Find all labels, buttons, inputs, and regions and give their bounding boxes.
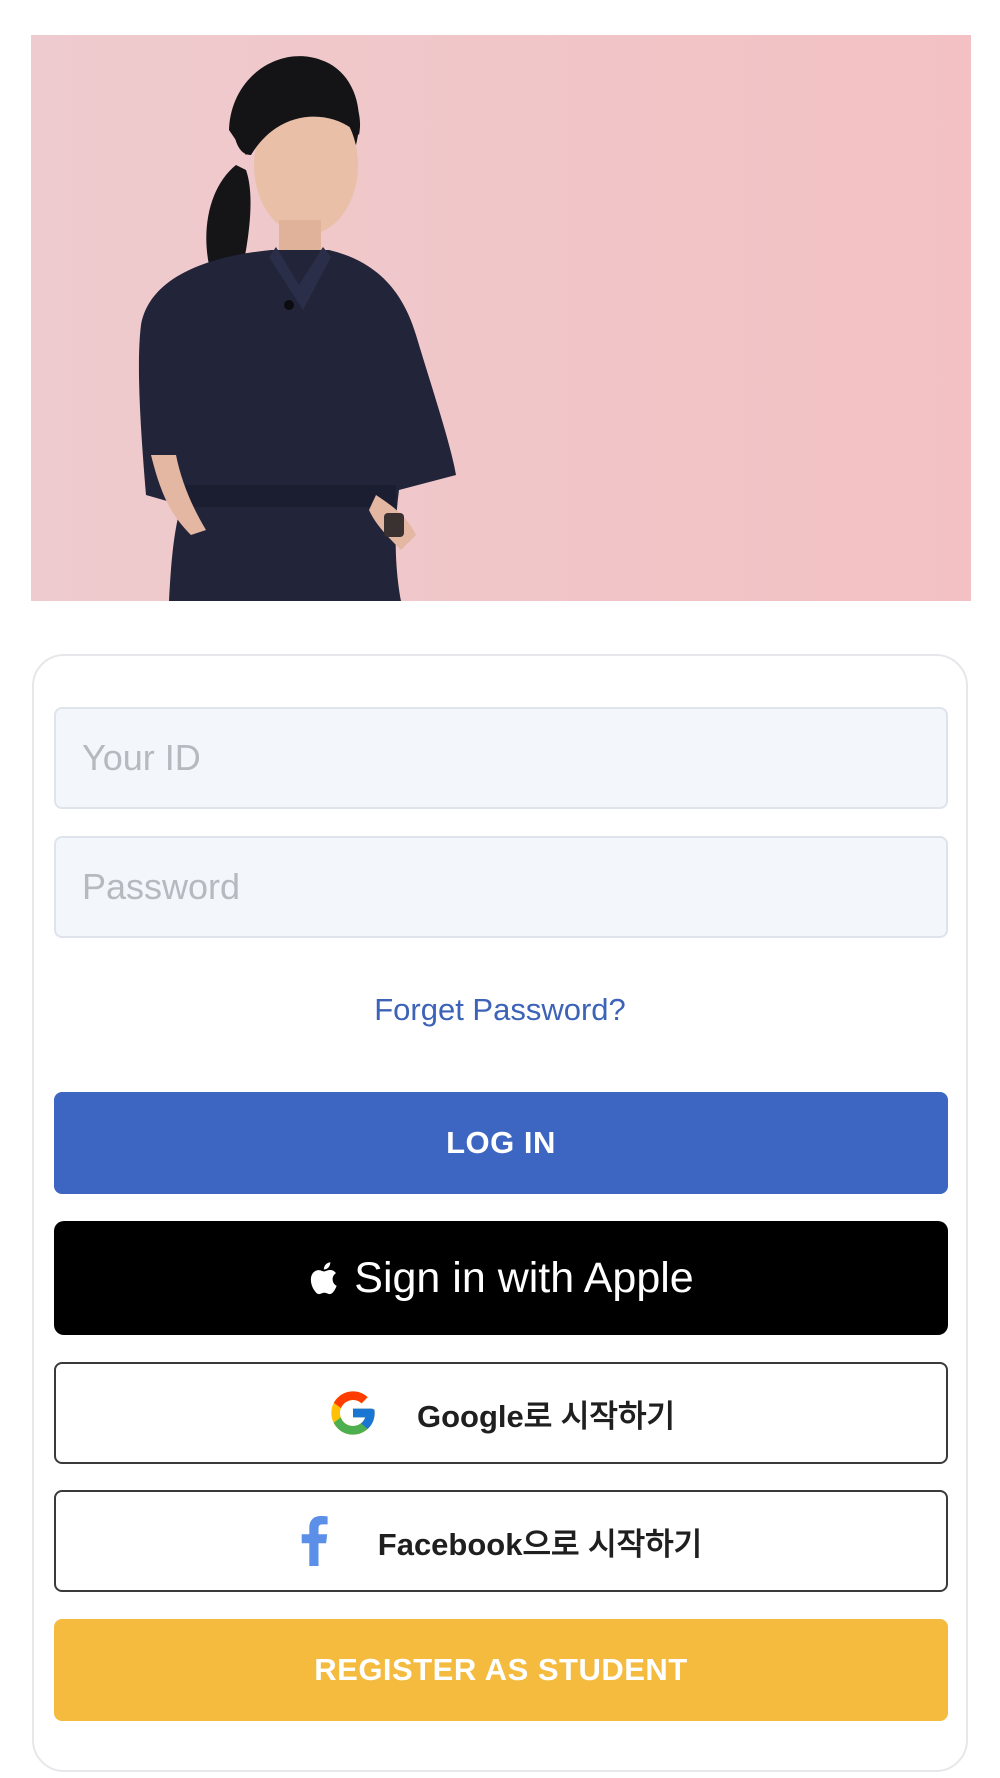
login-card — [32, 654, 968, 1772]
login-button[interactable]: LOG IN — [54, 1092, 948, 1194]
apple-signin-button[interactable]: Sign in with Apple — [54, 1221, 948, 1335]
google-icon — [331, 1391, 375, 1435]
google-signin-button[interactable]: Google로 시작하기 — [54, 1362, 948, 1464]
apple-signin-label: Sign in with Apple — [354, 1253, 694, 1302]
apple-icon — [311, 1262, 337, 1295]
id-input[interactable] — [54, 707, 948, 809]
facebook-signin-label: Facebook으로 시작하기 — [377, 1526, 703, 1562]
hero-image — [31, 35, 971, 601]
google-signin-label: Google로 시작하기 — [417, 1398, 675, 1434]
register-student-label: REGISTER AS STUDENT — [314, 1652, 688, 1687]
forgot-password-link[interactable]: Forget Password? — [0, 992, 1000, 1028]
password-input[interactable] — [54, 836, 948, 938]
facebook-signin-button[interactable]: Facebook으로 시작하기 — [54, 1490, 948, 1592]
login-button-label: LOG IN — [446, 1125, 556, 1160]
facebook-icon — [301, 1516, 328, 1566]
register-student-button[interactable]: REGISTER AS STUDENT — [54, 1619, 948, 1721]
